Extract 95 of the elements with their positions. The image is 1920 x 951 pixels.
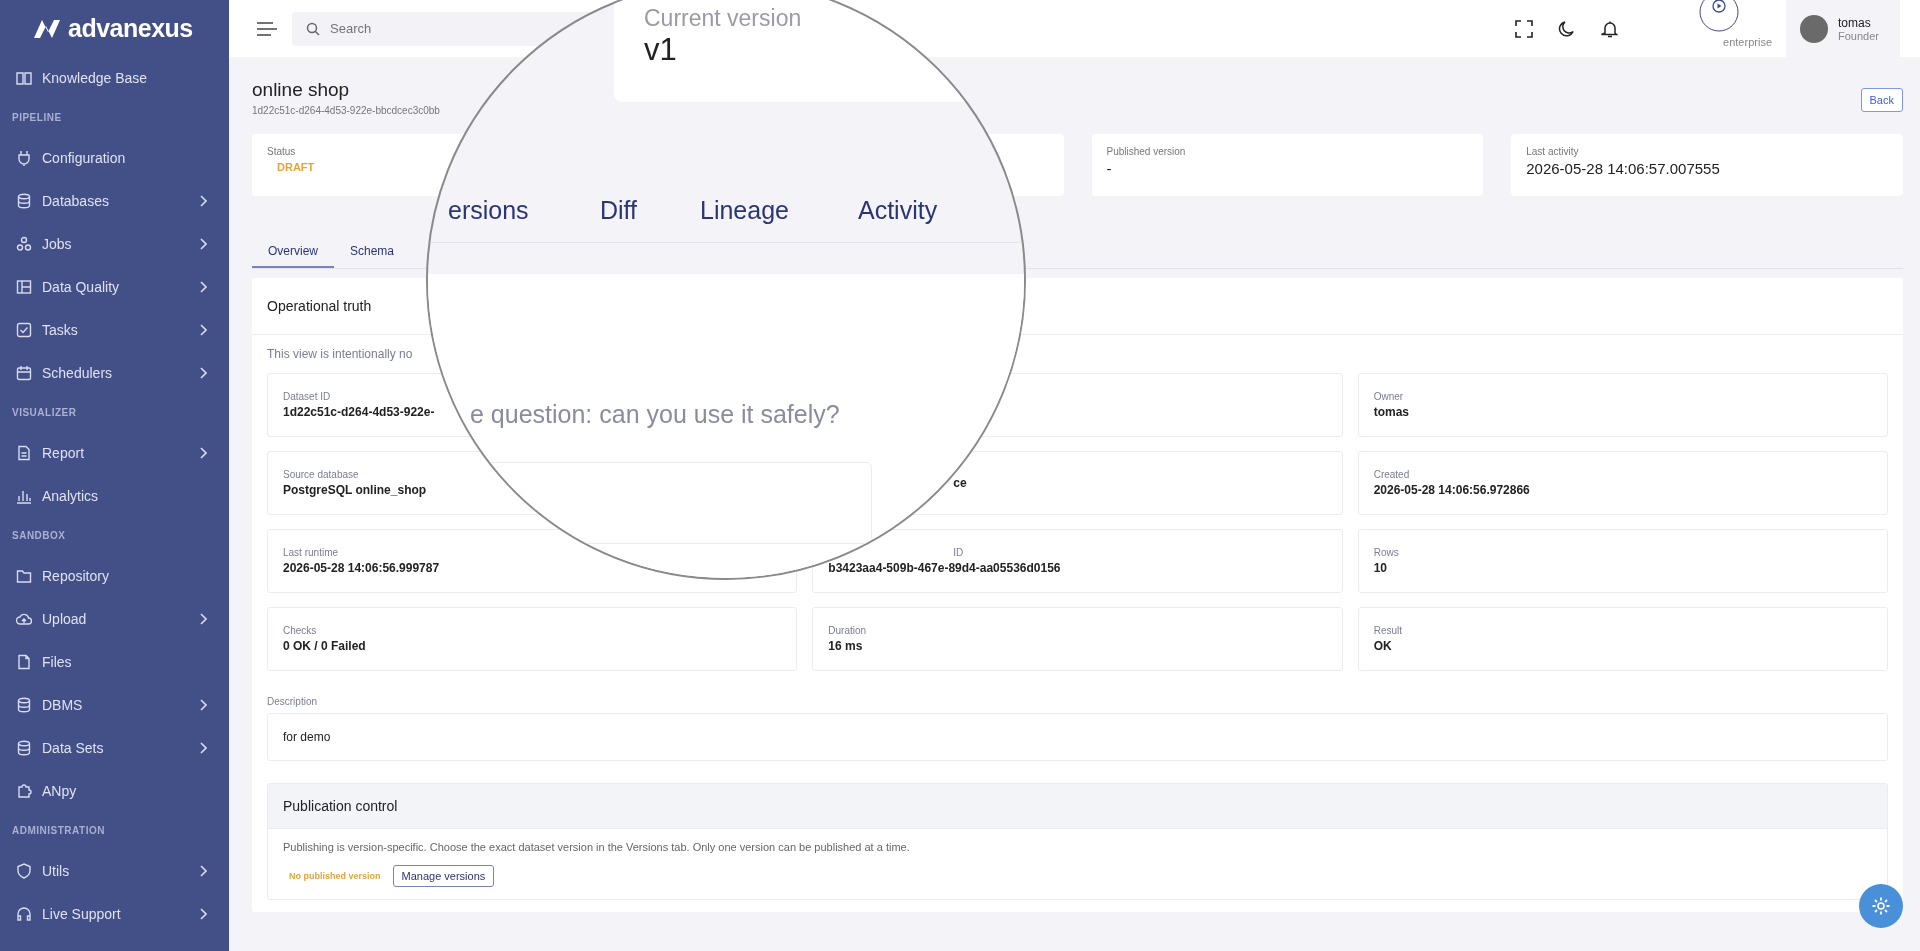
headset-icon xyxy=(16,905,32,922)
field-value: 2026-05-28 14:06:56.972866 xyxy=(1373,483,1530,497)
field-label: Checks xyxy=(283,625,317,636)
sidebar-item[interactable]: Files xyxy=(0,640,229,683)
section-title: VISUALIZER xyxy=(11,406,78,420)
settings-button[interactable] xyxy=(1859,884,1903,928)
sidebar-item[interactable]: Databases xyxy=(0,179,229,222)
user-role: Founder xyxy=(1838,29,1879,42)
doc-icon xyxy=(16,444,32,461)
page-title: online shop xyxy=(252,79,351,101)
database-icon xyxy=(16,739,32,756)
avatar xyxy=(1800,14,1828,43)
check-icon xyxy=(16,321,32,338)
field-value: 10 xyxy=(1373,561,1387,575)
card-note: This view is intentionally no xyxy=(267,347,414,361)
sidebar-item[interactable]: Utils xyxy=(0,849,229,892)
sidebar-item[interactable]: Tasks xyxy=(0,308,229,351)
field-label: Dataset ID xyxy=(283,391,331,402)
stat-value: 2026-05-28 14:06:57.007555 xyxy=(1526,160,1721,177)
tab[interactable]: Activity xyxy=(858,196,938,225)
folder-icon xyxy=(16,567,32,584)
field-value: PostgreSQL online_shop xyxy=(283,483,427,497)
magnified-text: e question: can you use it safely? xyxy=(470,400,840,429)
sidebar-item[interactable]: Upload xyxy=(0,597,229,640)
stat-label: Published version xyxy=(1106,146,1187,157)
stat-value: - xyxy=(1106,160,1113,177)
field-label: Duration xyxy=(828,625,867,636)
stat-label: Last activity xyxy=(1526,146,1580,157)
book-icon xyxy=(16,69,32,86)
status-label: DRAFT xyxy=(277,161,316,173)
field-label: Result xyxy=(1373,625,1402,636)
settings-icon xyxy=(1871,896,1891,916)
field-label: Rows xyxy=(1373,547,1399,558)
field-value: ce xyxy=(952,476,967,490)
shield-icon xyxy=(16,862,32,879)
sidebar-item[interactable]: Jobs xyxy=(0,222,229,265)
user-name: tomas xyxy=(1838,15,1872,30)
grid-icon xyxy=(16,278,32,295)
plan-label: enterprise xyxy=(1723,36,1772,48)
field-value: 0 OK / 0 Failed xyxy=(283,639,366,653)
fullscreen-icon[interactable] xyxy=(1515,19,1533,38)
section-title: SANDBOX xyxy=(11,529,67,543)
tab[interactable]: Overview xyxy=(252,238,334,268)
field-value: 1d22c51c-d264-4d53-922e- xyxy=(283,405,435,419)
field-label: Last runtime xyxy=(283,547,339,558)
field-value: 16 ms xyxy=(828,639,863,653)
card-label: Current version xyxy=(644,5,802,32)
dataset-id: 1d22c51c-d264-4d53-922e-bbcdcec3c0bb xyxy=(252,105,440,116)
section-title: ADMINISTRATION xyxy=(11,824,106,838)
description-field: for demo xyxy=(267,713,1888,761)
tab[interactable]: Lineage xyxy=(700,196,789,225)
tab[interactable]: Diff xyxy=(600,196,638,225)
plug-icon xyxy=(16,149,32,166)
puzzle-icon xyxy=(16,782,32,799)
publication-status: No published version xyxy=(289,871,381,881)
sidebar-item[interactable]: DBMS xyxy=(0,683,229,726)
search-icon xyxy=(306,21,320,36)
menu-icon[interactable] xyxy=(256,20,278,37)
nodes-icon xyxy=(16,235,32,252)
calendar-icon xyxy=(16,364,32,381)
sidebar-item[interactable]: Report xyxy=(0,431,229,474)
card-value: v1 xyxy=(644,32,677,68)
field-value: b3423aa4-509b-467e-89d4-aa05536d0156 xyxy=(828,561,1061,575)
sidebar-item[interactable]: Live Support xyxy=(0,892,229,935)
database-icon xyxy=(16,192,32,209)
sidebar-item[interactable]: Repository xyxy=(0,554,229,597)
brand-name: advanexus xyxy=(68,13,193,43)
user-menu[interactable]: tomas Founder xyxy=(1786,0,1900,57)
sidebar-item[interactable]: Knowledge Base xyxy=(0,56,229,99)
field-value: 2026-05-28 14:06:56.999787 xyxy=(283,561,440,575)
back-button[interactable]: Back xyxy=(1860,88,1903,112)
field-label: Source database xyxy=(283,469,359,480)
field-label: ID xyxy=(952,547,964,558)
moon-icon[interactable] xyxy=(1558,19,1576,38)
sidebar-item[interactable]: Analytics xyxy=(0,474,229,517)
field-value: OK xyxy=(1373,639,1392,653)
bell-icon[interactable] xyxy=(1601,19,1619,38)
sidebar-item[interactable]: ANpy xyxy=(0,769,229,812)
field-value: tomas xyxy=(1373,405,1409,419)
field-label: Description xyxy=(267,696,319,707)
sidebar-item[interactable]: Schedulers xyxy=(0,351,229,394)
file-icon xyxy=(16,653,32,670)
field-label: Owner xyxy=(1373,391,1404,402)
section-title: PIPELINE xyxy=(11,111,63,125)
stat-label: Status xyxy=(267,146,297,157)
sidebar-item[interactable]: Data Quality xyxy=(0,265,229,308)
panel-title: Publication control xyxy=(268,784,1887,829)
database-icon xyxy=(16,696,32,713)
manage-versions-button[interactable]: Manage versions xyxy=(392,865,495,887)
field-label: Created xyxy=(1373,469,1410,480)
tab[interactable]: Schema xyxy=(334,238,411,268)
sidebar-item[interactable]: Data Sets xyxy=(0,726,229,769)
tab[interactable]: ersions xyxy=(448,196,529,225)
panel-text: Publishing is version-specific. Choose the exact dataset version in the Versions tab. Only one version can be published at a time. xyxy=(283,841,911,853)
sidebar-item[interactable]: Configuration xyxy=(0,136,229,179)
